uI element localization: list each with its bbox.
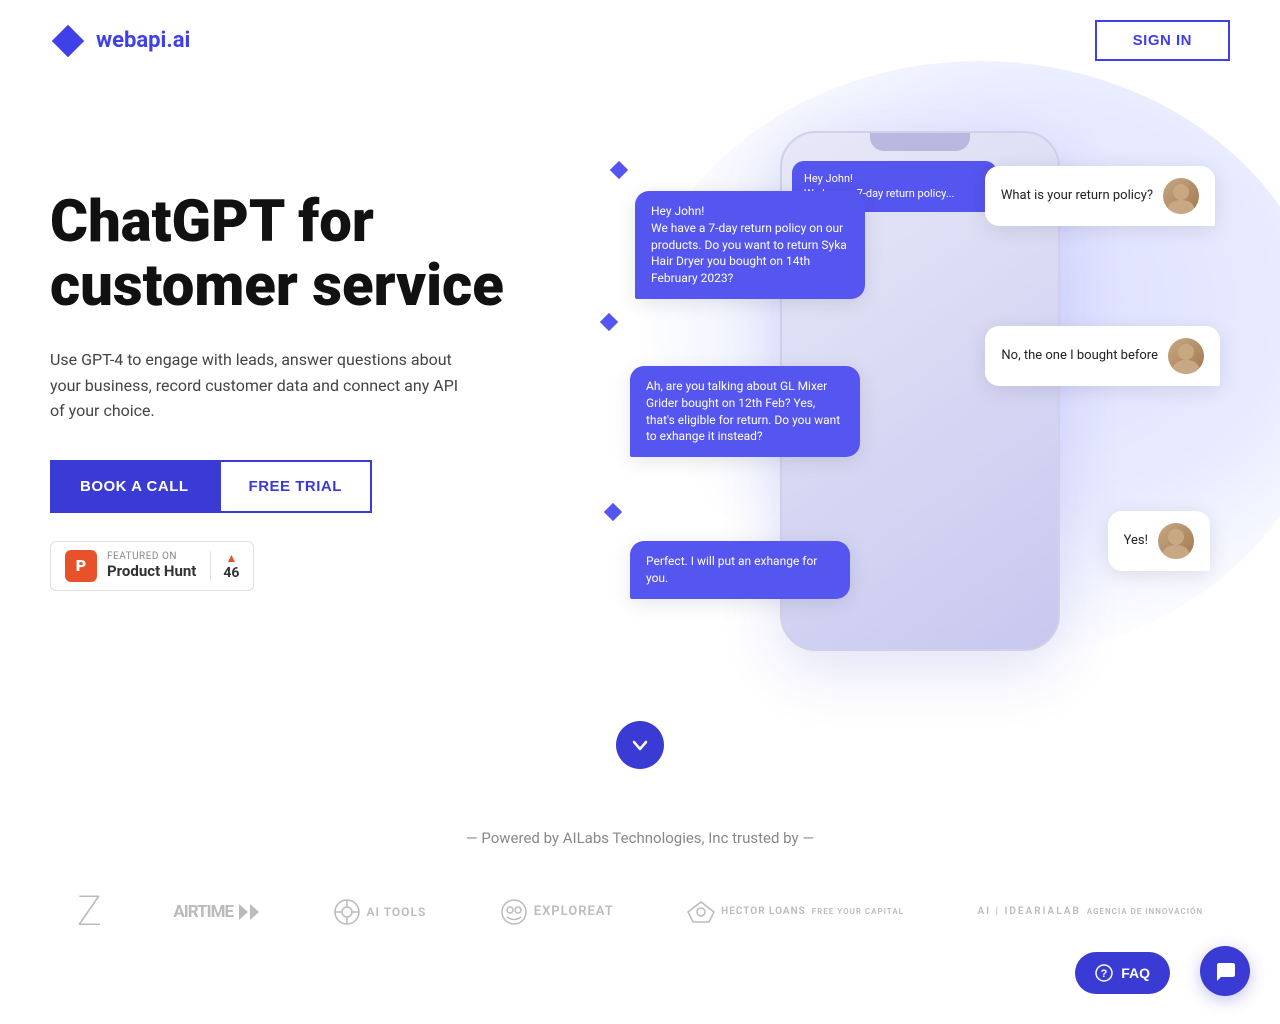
logo-z: Z — [77, 887, 100, 936]
sign-in-button[interactable]: SIGN IN — [1095, 20, 1230, 61]
hero-section: ChatGPT for customer service Use GPT-4 t… — [0, 81, 1280, 711]
product-hunt-icon: P — [65, 550, 97, 582]
chat-bubble-6: Perfect. I will put an exhange for you. — [630, 541, 850, 599]
book-call-button[interactable]: BOOK A CALL — [50, 460, 219, 513]
chat-widget-button[interactable] — [1200, 946, 1250, 996]
logo-airtime: airtime — [173, 902, 259, 922]
product-hunt-votes: ▲ 46 — [210, 551, 239, 581]
avatar-2 — [1168, 338, 1204, 374]
product-hunt-badge[interactable]: P FEATURED ON Product Hunt ▲ 46 — [50, 541, 254, 591]
logo-diamond-icon — [50, 23, 86, 59]
airtime-icon — [239, 904, 259, 920]
hero-left-content: ChatGPT for customer service Use GPT-4 t… — [50, 191, 550, 590]
avatar-1 — [1163, 178, 1199, 214]
hectorloans-icon — [687, 901, 715, 923]
scroll-down-button[interactable] — [616, 721, 664, 769]
chat-widget-icon — [1213, 959, 1237, 983]
chat-bubbles-overlay: What is your return policy? Hey John!We … — [550, 111, 1230, 671]
diamond-icon-1 — [608, 159, 630, 181]
faq-question-icon: ? — [1095, 964, 1113, 982]
diamond-icon-3 — [602, 501, 624, 523]
free-trial-button[interactable]: FREE TRIAL — [219, 460, 372, 513]
diamond-icon-2 — [598, 311, 620, 333]
hero-subtitle: Use GPT-4 to engage with leads, answer q… — [50, 347, 470, 424]
chat-bubble-4: Ah, are you talking about GL Mixer Gride… — [630, 366, 860, 457]
aitools-icon — [333, 898, 361, 926]
logo-hectorloans: HECTOR LOANSFREE YOUR CAPITAL — [687, 901, 904, 923]
product-hunt-text: FEATURED ON Product Hunt — [107, 551, 196, 580]
scroll-down-area — [0, 721, 1280, 769]
exploreat-icon — [500, 898, 528, 926]
avatar-3 — [1158, 523, 1194, 559]
svg-text:?: ? — [1101, 968, 1108, 980]
hero-illustration: Hey John!We have a 7-day return policy..… — [550, 111, 1230, 671]
logo-text: webapi.ai — [96, 28, 190, 53]
faq-button[interactable]: ? FAQ — [1075, 952, 1170, 994]
hero-title: ChatGPT for customer service — [50, 191, 550, 319]
chat-bubble-2: Hey John!We have a 7-day return policy o… — [635, 191, 865, 299]
logo-exploreat: exploreat — [500, 898, 614, 926]
logo-idearialab: AI | IDEARIALABAGENCIA DE INNOVACIÓN — [977, 906, 1203, 917]
chat-bubble-1: What is your return policy? — [985, 166, 1215, 226]
chevron-down-icon — [631, 736, 649, 754]
logo-aitools: AI TOOLS — [333, 898, 427, 926]
logos-row: Z airtime AI TOOLS — [50, 887, 1230, 936]
chat-bubble-5: Yes! — [1108, 511, 1210, 571]
chat-bubble-3: No, the one I bought before — [985, 326, 1220, 386]
hero-buttons-group: BOOK A CALL FREE TRIAL — [50, 460, 550, 513]
logo[interactable]: webapi.ai — [50, 23, 190, 59]
trusted-text: — Powered by AILabs Technologies, Inc tr… — [50, 829, 1230, 847]
navbar: webapi.ai SIGN IN — [0, 0, 1280, 81]
faq-label: FAQ — [1121, 965, 1150, 981]
